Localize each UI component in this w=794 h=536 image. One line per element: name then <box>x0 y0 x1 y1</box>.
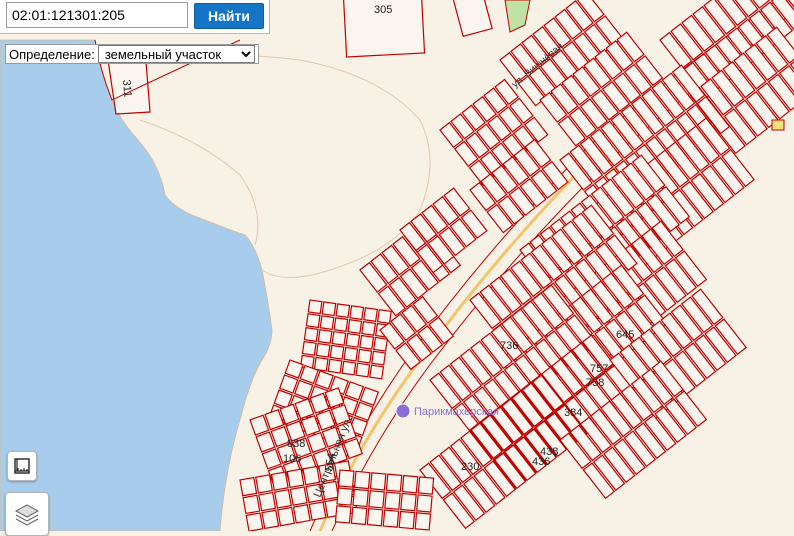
parcel[interactable] <box>289 486 308 506</box>
parcel-label-311: 311 <box>120 79 133 98</box>
parcel[interactable] <box>317 328 333 344</box>
yellow-parcel[interactable] <box>771 119 785 131</box>
parcel[interactable] <box>336 487 354 506</box>
parcel[interactable] <box>401 474 419 494</box>
parcel[interactable] <box>361 320 377 336</box>
parcel[interactable] <box>363 307 379 323</box>
definition-select[interactable]: земельный участок <box>97 45 255 63</box>
parcel[interactable] <box>319 315 335 331</box>
parcel[interactable] <box>261 509 280 530</box>
definition-label: Определение: <box>9 46 95 62</box>
parcel[interactable] <box>333 317 349 332</box>
parcel-label-757: 757 <box>590 363 608 375</box>
scissors-icon <box>395 403 411 419</box>
parcel[interactable] <box>335 303 351 319</box>
parcel[interactable] <box>277 506 296 527</box>
parcel[interactable] <box>385 473 403 492</box>
parcel[interactable] <box>359 334 375 350</box>
parcel[interactable] <box>239 476 258 497</box>
parcel-label-758: 758 <box>586 377 604 389</box>
parcel[interactable] <box>273 489 292 509</box>
parcel[interactable] <box>242 494 261 515</box>
parcel[interactable] <box>321 301 337 317</box>
parcel[interactable] <box>343 346 359 362</box>
parcel[interactable] <box>400 492 417 512</box>
parcel[interactable] <box>313 356 329 372</box>
parcel[interactable] <box>341 360 357 376</box>
parcel[interactable] <box>416 494 433 513</box>
parcel[interactable] <box>373 336 388 352</box>
parcel[interactable] <box>307 299 323 315</box>
parcel[interactable] <box>352 488 369 508</box>
ruler-icon <box>14 458 30 474</box>
parcel[interactable] <box>308 501 327 521</box>
parcel-label-645: 645 <box>616 329 634 341</box>
parcel[interactable] <box>334 505 352 524</box>
parcel[interactable] <box>347 319 363 334</box>
layers-button[interactable] <box>5 492 49 536</box>
parcel-label-305: 305 <box>374 4 392 16</box>
measure-button[interactable] <box>7 451 37 481</box>
parcel[interactable] <box>349 305 365 321</box>
parcel[interactable] <box>417 476 435 495</box>
find-button[interactable]: Найти <box>194 3 264 29</box>
cadastral-map[interactable]: Центральная ул. ул. Вишнёвая 305 311 736… <box>0 0 794 531</box>
parcel[interactable] <box>369 472 387 491</box>
definition-row: Определение: земельный участок <box>5 44 259 64</box>
parcel[interactable] <box>331 330 347 346</box>
parcel[interactable] <box>382 509 400 528</box>
cadastral-number-input[interactable] <box>6 2 188 28</box>
parcel[interactable] <box>255 474 274 494</box>
parcel[interactable] <box>414 512 432 531</box>
parcel[interactable] <box>303 327 319 342</box>
poi-hairdresser-label: Парикмахерская <box>414 406 499 418</box>
parcel[interactable] <box>366 508 384 527</box>
parcel[interactable] <box>384 491 401 510</box>
parcel[interactable] <box>286 468 305 489</box>
parcel[interactable] <box>345 332 361 348</box>
parcel[interactable] <box>369 364 385 380</box>
search-panel: Найти <box>0 0 270 34</box>
parcel-label-106: 106 <box>283 453 301 465</box>
parcel-label-838: 838 <box>287 438 305 450</box>
parcel[interactable] <box>327 358 343 374</box>
parcel-label-230: 230 <box>461 461 479 473</box>
parcel[interactable] <box>258 491 277 512</box>
parcel[interactable] <box>368 490 385 509</box>
parcel-label-736: 736 <box>500 340 518 352</box>
parcel[interactable] <box>292 503 311 524</box>
parcel[interactable] <box>350 506 368 526</box>
parcel-label-436: 436 <box>532 456 550 468</box>
parcel[interactable] <box>398 510 416 530</box>
parcel[interactable] <box>371 350 387 366</box>
parcel[interactable] <box>376 309 392 324</box>
parcel[interactable] <box>245 512 264 531</box>
parcel-label-384: 384 <box>564 407 582 419</box>
parcel[interactable] <box>305 313 321 329</box>
parcel[interactable] <box>353 470 371 490</box>
parcel[interactable] <box>270 471 289 491</box>
parcel[interactable] <box>355 362 371 378</box>
parcel[interactable] <box>357 348 373 364</box>
parcel[interactable] <box>315 342 331 358</box>
parcel[interactable] <box>301 340 317 356</box>
parcel[interactable] <box>329 344 345 360</box>
parcel[interactable] <box>337 469 355 488</box>
layers-icon <box>14 504 40 526</box>
